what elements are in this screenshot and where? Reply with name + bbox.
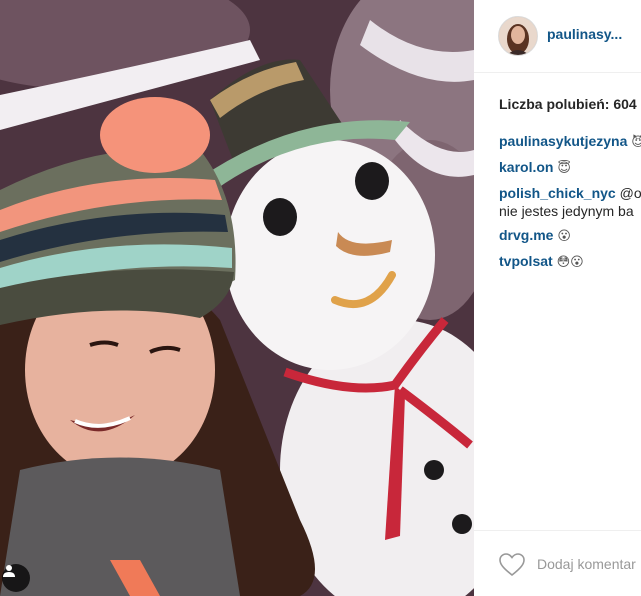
user-tag-icon[interactable] (2, 564, 30, 592)
photo-illustration (0, 0, 474, 596)
comment-mention[interactable]: @ol (620, 185, 641, 201)
comment-author[interactable]: paulinasykutjezyna (499, 133, 627, 149)
devil-emoji-icon: 😈 (631, 135, 641, 150)
post-header: paulinasy... (474, 0, 641, 73)
add-comment-input[interactable]: Dodaj komentar (537, 556, 636, 572)
post-footer: Dodaj komentar (474, 530, 641, 596)
likes-count[interactable]: Liczba polubień: 604 (499, 96, 637, 112)
comment-author[interactable]: tvpolsat (499, 253, 553, 269)
avatar-image (499, 17, 537, 55)
comment-item: tvpolsat 😳😮 (499, 252, 641, 272)
flushed-emoji-icon: 😳😮 (556, 255, 584, 270)
avatar[interactable] (498, 16, 538, 56)
comment-author[interactable]: drvg.me (499, 227, 553, 243)
post-photo[interactable] (0, 0, 474, 596)
comments-list: paulinasykutjezyna 😈 karol.on 😇 polish_c… (499, 132, 641, 278)
comment-item: drvg.me 😮 (499, 226, 641, 246)
username-link[interactable]: paulinasy... (547, 26, 622, 42)
comment-author[interactable]: karol.on (499, 159, 553, 175)
angel-emoji-icon: 😇 (557, 161, 571, 176)
post-sidebar: paulinasy... Liczba polubień: 604 paulin… (474, 0, 641, 596)
surprised-emoji-icon: 😮 (557, 229, 571, 244)
comment-item: polish_chick_nyc @ol nie jestes jedynym … (499, 184, 641, 220)
comment-item: paulinasykutjezyna 😈 (499, 132, 641, 152)
person-icon (3, 565, 15, 577)
comment-text: nie jestes jedynym ba (499, 203, 634, 219)
comment-item: karol.on 😇 (499, 158, 641, 178)
heart-icon[interactable] (499, 553, 525, 577)
comment-author[interactable]: polish_chick_nyc (499, 185, 616, 201)
